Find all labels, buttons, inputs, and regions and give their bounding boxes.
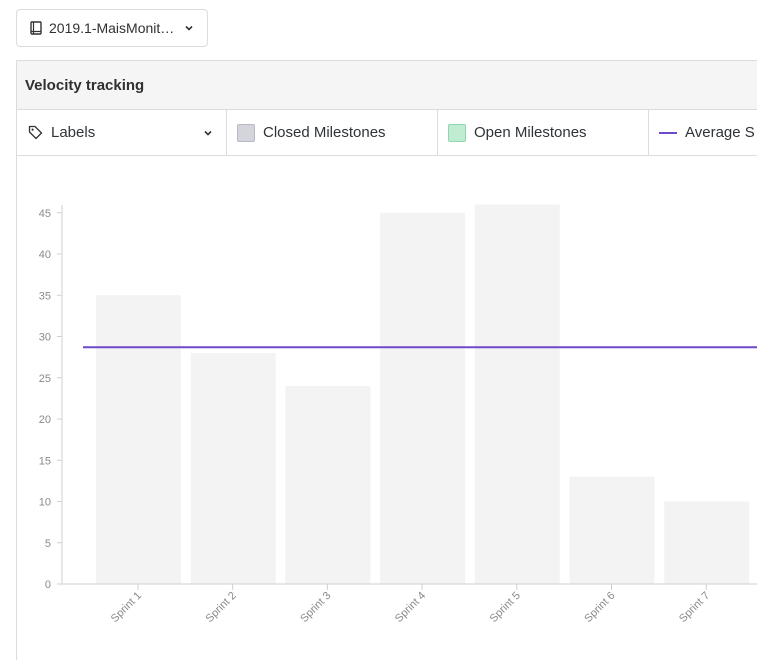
bar-4 bbox=[380, 212, 466, 584]
y-tick-label: 40 bbox=[39, 249, 51, 261]
y-tick-label: 10 bbox=[39, 497, 51, 509]
y-tick-label: 25 bbox=[39, 373, 51, 385]
y-tick-label: 0 bbox=[45, 579, 51, 591]
y-tick-label: 35 bbox=[39, 290, 51, 302]
x-tick-label: Sprint 4 bbox=[393, 590, 428, 625]
bar-6 bbox=[569, 476, 655, 584]
y-tick-label: 15 bbox=[39, 455, 51, 467]
x-tick-label: Sprint 7 bbox=[677, 590, 712, 625]
bar-2 bbox=[190, 353, 276, 584]
y-tick-label: 30 bbox=[39, 332, 51, 344]
x-tick-label: Sprint 1 bbox=[109, 590, 144, 625]
x-tick-label: Sprint 5 bbox=[488, 590, 523, 625]
x-tick-label: Sprint 6 bbox=[582, 590, 617, 625]
bar-1 bbox=[96, 295, 181, 584]
velocity-chart: 0 5 10 15 20 25 30 35 40 45 Sprint 1 Sprint 2 Sprint… bbox=[39, 204, 757, 625]
x-tick-label: Sprint 3 bbox=[298, 590, 333, 625]
bar-7 bbox=[664, 501, 750, 584]
y-tick-label: 20 bbox=[39, 414, 51, 426]
y-tick-label: 5 bbox=[45, 538, 51, 550]
y-tick-label: 45 bbox=[39, 208, 51, 220]
x-tick-label: Sprint 2 bbox=[204, 590, 239, 625]
bar-5 bbox=[474, 204, 560, 584]
bar-3 bbox=[285, 386, 371, 584]
